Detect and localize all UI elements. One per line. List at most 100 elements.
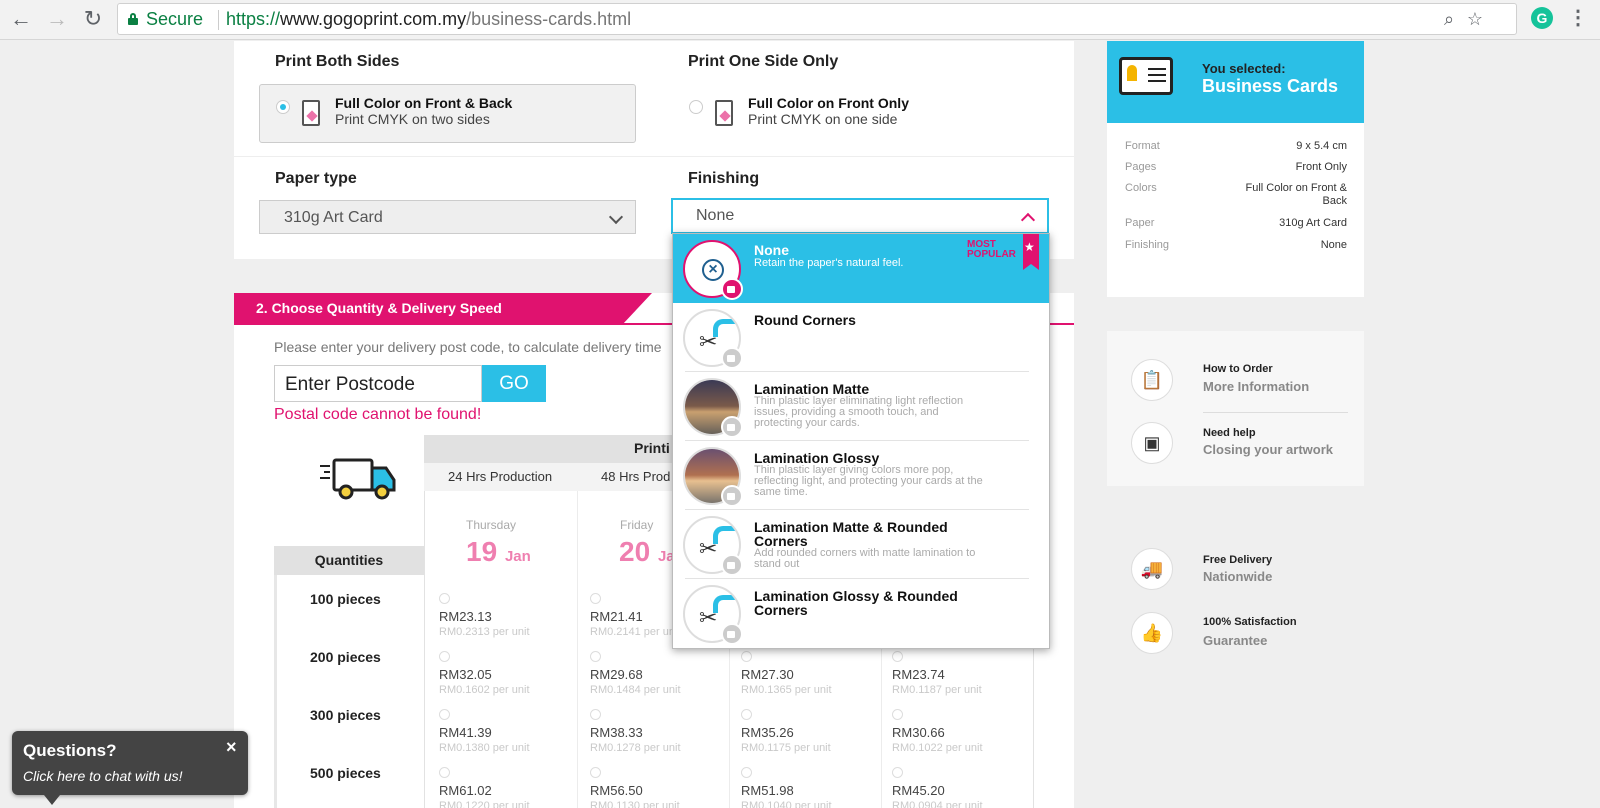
price-value: RM27.30 bbox=[741, 667, 794, 682]
feature-sub: Nationwide bbox=[1203, 569, 1273, 584]
feature-title: 100% Satisfaction bbox=[1203, 616, 1297, 628]
paper-print-icon bbox=[302, 100, 320, 126]
price-value: RM56.50 bbox=[590, 783, 643, 798]
option-one-title: Full Color on Front Only bbox=[748, 95, 909, 111]
radio-both-sides[interactable] bbox=[276, 100, 290, 114]
summary-value: 310g Art Card bbox=[1279, 217, 1347, 229]
postcode-hint: Please enter your delivery post code, to… bbox=[274, 339, 662, 355]
price-radio[interactable] bbox=[892, 709, 903, 720]
option-desc: Add rounded corners with matte laminatio… bbox=[754, 547, 976, 570]
lock-icon bbox=[128, 13, 138, 25]
video-camera-icon[interactable] bbox=[721, 347, 743, 369]
column-label: 24 Hrs Production bbox=[448, 469, 553, 484]
summary-label: Pages bbox=[1125, 161, 1157, 173]
quantity-label: 100 pieces bbox=[310, 591, 381, 607]
go-button[interactable]: GO bbox=[482, 365, 546, 402]
video-camera-icon[interactable] bbox=[721, 554, 743, 576]
option-desc: Retain the paper's natural feel. bbox=[754, 257, 904, 269]
chat-subtitle: Click here to chat with us! bbox=[23, 768, 183, 784]
price-radio[interactable] bbox=[741, 767, 752, 778]
option-title: Lamination Matte & Rounded Corners bbox=[754, 519, 948, 549]
video-camera-icon[interactable] bbox=[721, 623, 743, 645]
price-value: RM45.20 bbox=[892, 783, 945, 798]
price-radio[interactable] bbox=[590, 767, 601, 778]
finishing-option-round-corners[interactable]: ✂ Round Corners bbox=[673, 303, 1049, 372]
free-delivery-truck-icon: 🚚 bbox=[1131, 548, 1173, 590]
bookmark-star-icon[interactable]: ☆ bbox=[1464, 8, 1486, 30]
finishing-select[interactable]: None bbox=[671, 198, 1049, 234]
address-bar[interactable]: Secure https://www.gogoprint.com.my/busi… bbox=[117, 3, 1517, 35]
price-radio[interactable] bbox=[741, 709, 752, 720]
price-radio[interactable] bbox=[439, 709, 450, 720]
unit-price: RM0.1484 per unit bbox=[590, 684, 681, 696]
section-2-title: 2. Choose Quantity & Delivery Speed bbox=[256, 300, 502, 316]
finishing-option-glossy-rounded[interactable]: ✂ Lamination Glossy & Rounded Corners bbox=[673, 579, 1049, 648]
delivery-date: 19 Jan bbox=[466, 536, 531, 567]
finishing-label: Finishing bbox=[688, 170, 760, 187]
finishing-option-matte-rounded[interactable]: ✂ Lamination Matte & Rounded Corners Add… bbox=[673, 510, 1049, 579]
unit-price: RM0.2313 per unit bbox=[439, 626, 530, 638]
price-value: RM51.98 bbox=[741, 783, 794, 798]
price-radio[interactable] bbox=[590, 651, 601, 662]
price-radio[interactable] bbox=[439, 767, 450, 778]
postcode-input[interactable]: Enter Postcode bbox=[274, 365, 482, 402]
unit-price: RM0.1365 per unit bbox=[741, 684, 832, 696]
video-camera-icon[interactable] bbox=[721, 278, 743, 300]
postcode-error: Postal code cannot be found! bbox=[274, 406, 482, 423]
back-arrow-icon[interactable]: ← bbox=[8, 6, 34, 32]
price-radio[interactable] bbox=[439, 651, 450, 662]
option-one-sub: Print CMYK on one side bbox=[748, 111, 898, 127]
price-value: RM23.13 bbox=[439, 609, 492, 624]
paper-type-select[interactable]: 310g Art Card bbox=[259, 200, 636, 234]
selected-product: Business Cards bbox=[1202, 76, 1339, 96]
radio-one-side[interactable] bbox=[689, 100, 703, 114]
video-camera-icon[interactable] bbox=[721, 485, 743, 507]
price-value: RM61.02 bbox=[439, 783, 492, 798]
price-radio[interactable] bbox=[892, 651, 903, 662]
forward-arrow-icon[interactable]: → bbox=[44, 6, 70, 32]
option-title: Lamination Matte bbox=[754, 381, 870, 397]
artwork-help-icon: ▣ bbox=[1131, 422, 1173, 464]
you-selected-label: You selected: bbox=[1202, 61, 1286, 76]
option-title: Lamination Glossy & Rounded Corners bbox=[754, 588, 958, 618]
summary-value: Full Color on Front & Back bbox=[1245, 182, 1347, 207]
chat-widget[interactable]: Questions? Click here to chat with us! × bbox=[12, 731, 248, 805]
price-radio[interactable] bbox=[741, 651, 752, 662]
finishing-option-lamination-matte[interactable]: Lamination Matte Thin plastic layer elim… bbox=[673, 372, 1049, 441]
scissors-icon: ✂ bbox=[699, 536, 718, 561]
price-radio[interactable] bbox=[439, 593, 450, 604]
url-text[interactable]: https://www.gogoprint.com.my/business-ca… bbox=[226, 9, 631, 30]
price-value: RM30.66 bbox=[892, 725, 945, 740]
price-value: RM23.74 bbox=[892, 667, 945, 682]
closing-artwork-link[interactable]: Closing your artwork bbox=[1203, 442, 1333, 457]
star-ribbon-icon: ★ bbox=[1023, 234, 1039, 270]
reload-icon[interactable]: ↻ bbox=[80, 6, 106, 32]
grammarly-extension-icon[interactable]: G bbox=[1531, 7, 1553, 29]
video-camera-icon[interactable] bbox=[721, 416, 743, 438]
finishing-option-none[interactable]: × None Retain the paper's natural feel. … bbox=[673, 234, 1049, 303]
paper-print-icon bbox=[715, 100, 733, 126]
browser-menu-icon[interactable]: ⋮ bbox=[1568, 6, 1588, 30]
business-card-icon bbox=[1119, 57, 1173, 95]
price-radio[interactable] bbox=[590, 709, 601, 720]
how-to-order-link[interactable]: More Information bbox=[1203, 379, 1309, 394]
summary-value: Front Only bbox=[1295, 161, 1347, 173]
unit-price: RM0.1278 per unit bbox=[590, 742, 681, 754]
finishing-option-lamination-glossy[interactable]: Lamination Glossy Thin plastic layer giv… bbox=[673, 441, 1049, 510]
thumbs-up-icon: 👍 bbox=[1131, 612, 1173, 654]
scissors-icon: ✂ bbox=[699, 329, 718, 354]
zoom-icon[interactable]: ⌕ bbox=[1438, 8, 1460, 30]
unit-price: RM0.0904 per unit bbox=[892, 800, 983, 808]
print-one-side-title: Print One Side Only bbox=[688, 53, 839, 70]
price-radio[interactable] bbox=[590, 593, 601, 604]
option-title: None bbox=[754, 242, 789, 258]
unit-price: RM0.1130 per unit bbox=[590, 800, 680, 808]
column-label: 48 Hrs Prod bbox=[601, 469, 671, 484]
close-icon[interactable]: × bbox=[226, 737, 237, 758]
unit-price: RM0.1380 per unit bbox=[439, 742, 530, 754]
paper-type-label: Paper type bbox=[275, 170, 357, 187]
browser-toolbar: ← → ↻ Secure https://www.gogoprint.com.m… bbox=[0, 0, 1600, 40]
price-radio[interactable] bbox=[892, 767, 903, 778]
unit-price: RM0.1602 per unit bbox=[439, 684, 530, 696]
summary-value: 9 x 5.4 cm bbox=[1296, 140, 1347, 152]
